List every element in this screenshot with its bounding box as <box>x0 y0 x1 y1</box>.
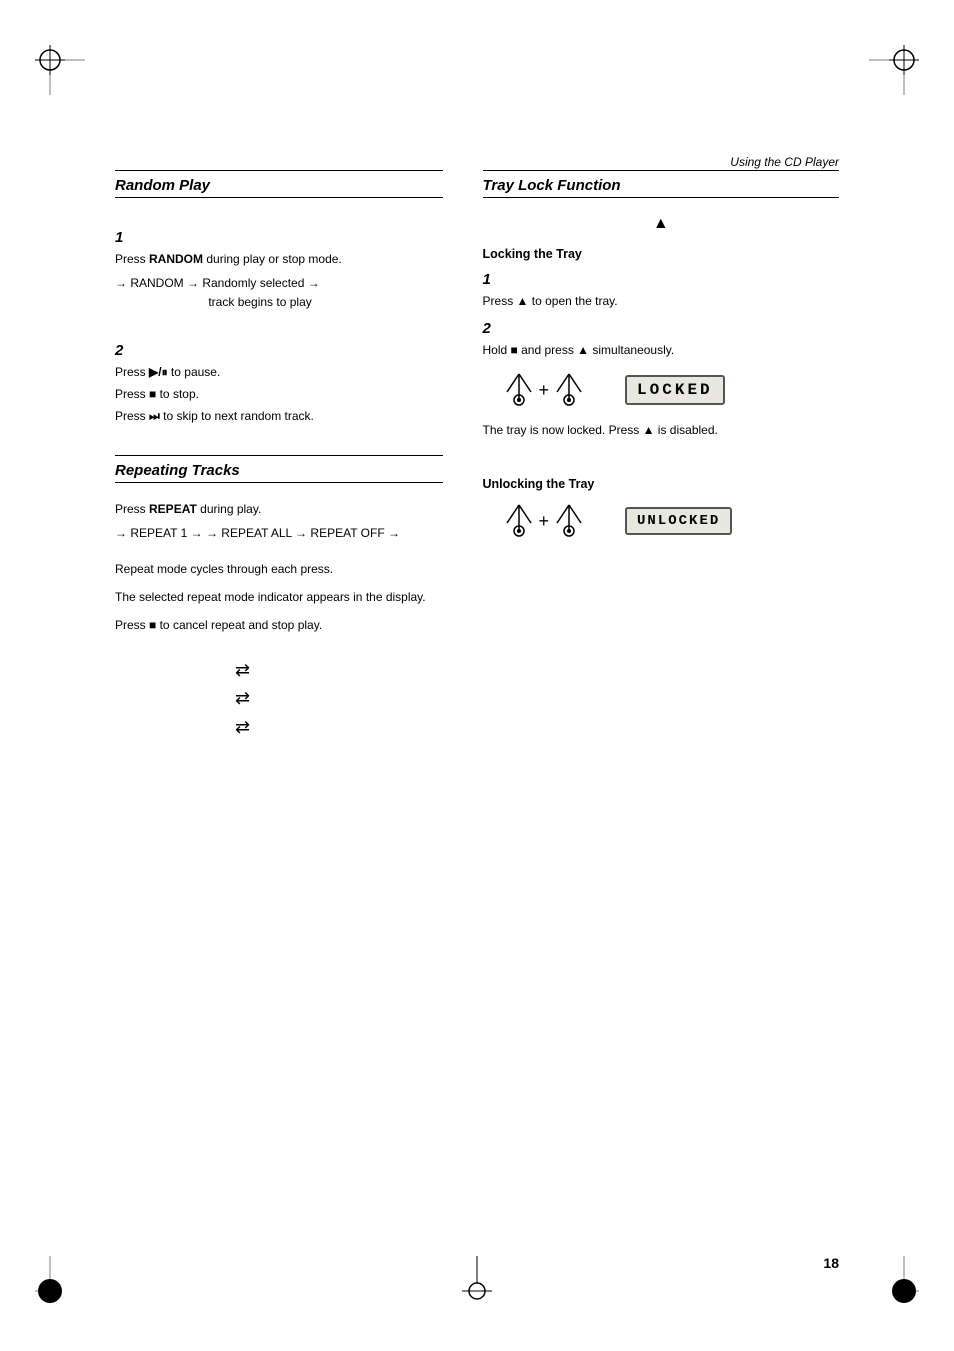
unlocked-lcd-display: UNLOCKED <box>625 507 732 535</box>
repeating-desc2: The selected repeat mode indicator appea… <box>115 588 443 606</box>
repeating-bottom-rule <box>115 482 443 483</box>
tray-lock-top-rule <box>483 170 839 171</box>
arrow5: → <box>388 526 400 540</box>
unlocking-tray-title: Unlocking the Tray <box>483 477 839 491</box>
arrow-right-icon: → <box>115 276 127 290</box>
locked-display-row: + LOCKED <box>503 367 839 413</box>
repeat-sym-2: ⇄ <box>235 684 443 713</box>
antenna-right-icon <box>553 372 585 408</box>
random-play-step2-line1: Press ▶/⏸ to pause. <box>115 363 443 381</box>
arrow-right-icon2: → <box>187 276 199 290</box>
corner-mark-tl <box>30 40 90 100</box>
random-play-section: Random Play 1 Press RANDOM during play o… <box>115 170 443 425</box>
arrow3: → <box>206 526 218 540</box>
page-header: Using the CD Player <box>730 155 839 169</box>
tray-lock-section: Tray Lock Function ▲ Locking the Tray 1 … <box>483 170 839 543</box>
repeating-arrow-seq: → REPEAT 1 → → REPEAT ALL → REPEAT OFF → <box>115 524 443 543</box>
repeat-sym-3: ⇄ <box>235 713 443 742</box>
right-column: Tray Lock Function ▲ Locking the Tray 1 … <box>463 170 839 742</box>
plus2-icon: + <box>539 511 550 532</box>
lock-step2-text: Hold ■ and press ▲ simultaneously. <box>483 341 839 359</box>
left-column: Random Play 1 Press RANDOM during play o… <box>115 170 463 742</box>
tray-lock-bottom-rule <box>483 197 839 198</box>
corner-mark-bc <box>447 1251 507 1311</box>
random-play-bottom-rule <box>115 197 443 198</box>
repeating-tracks-section: Repeating Tracks Press REPEAT during pla… <box>115 455 443 742</box>
random-play-step1-desc: Press RANDOM during play or stop mode. <box>115 250 443 268</box>
repeating-intro: Press REPEAT during play. <box>115 500 443 518</box>
repeating-stop-desc: Press ■ to cancel repeat and stop play. <box>115 616 443 634</box>
arrow2: → <box>191 526 203 540</box>
repeat-sym-1: ⇄ <box>235 656 443 685</box>
random-play-step2-num: 2 <box>115 342 443 359</box>
lock-note: The tray is now locked. Press ▲ is disab… <box>483 421 839 439</box>
random-play-step2-line3: Press ⏭ to skip to next random track. <box>115 407 443 425</box>
antenna-right2-icon <box>553 503 585 539</box>
arrow4: → <box>295 526 307 540</box>
random-play-step1-num: 1 <box>115 229 443 246</box>
repeating-tracks-title: Repeating Tracks <box>115 459 443 479</box>
unlocked-display-row: + UNLOCKED <box>503 499 839 543</box>
tray-lock-title: Tray Lock Function <box>483 174 839 194</box>
arrow1: → <box>115 526 127 540</box>
main-content: Random Play 1 Press RANDOM during play o… <box>115 170 839 1251</box>
locking-tray-title: Locking the Tray <box>483 247 839 261</box>
arrow-right-icon3: → <box>308 276 320 290</box>
antenna-left2-icon <box>503 503 535 539</box>
corner-mark-bl <box>30 1251 90 1311</box>
repeat-symbol-display: ⇄ ⇄ ⇄ <box>235 656 443 742</box>
antenna-left-icon <box>503 372 535 408</box>
page-number: 18 <box>823 1255 839 1271</box>
random-play-top-rule <box>115 170 443 171</box>
random-play-arrows: → RANDOM → Randomly selected → track beg… <box>115 274 443 312</box>
eject-symbol-top: ▲ <box>483 215 839 233</box>
repeating-desc1: Repeat mode cycles through each press. <box>115 560 443 578</box>
locked-lcd-display: LOCKED <box>625 375 725 405</box>
corner-mark-br <box>864 1251 924 1311</box>
lock-step2-num: 2 <box>483 320 839 337</box>
plus-icon: + <box>539 380 550 401</box>
random-play-step2-line2: Press ■ to stop. <box>115 385 443 403</box>
lock-step1-num: 1 <box>483 271 839 288</box>
corner-mark-tr <box>864 40 924 100</box>
lock-step1-text: Press ▲ to open the tray. <box>483 292 839 310</box>
random-play-title: Random Play <box>115 174 443 194</box>
repeating-top-rule <box>115 455 443 456</box>
